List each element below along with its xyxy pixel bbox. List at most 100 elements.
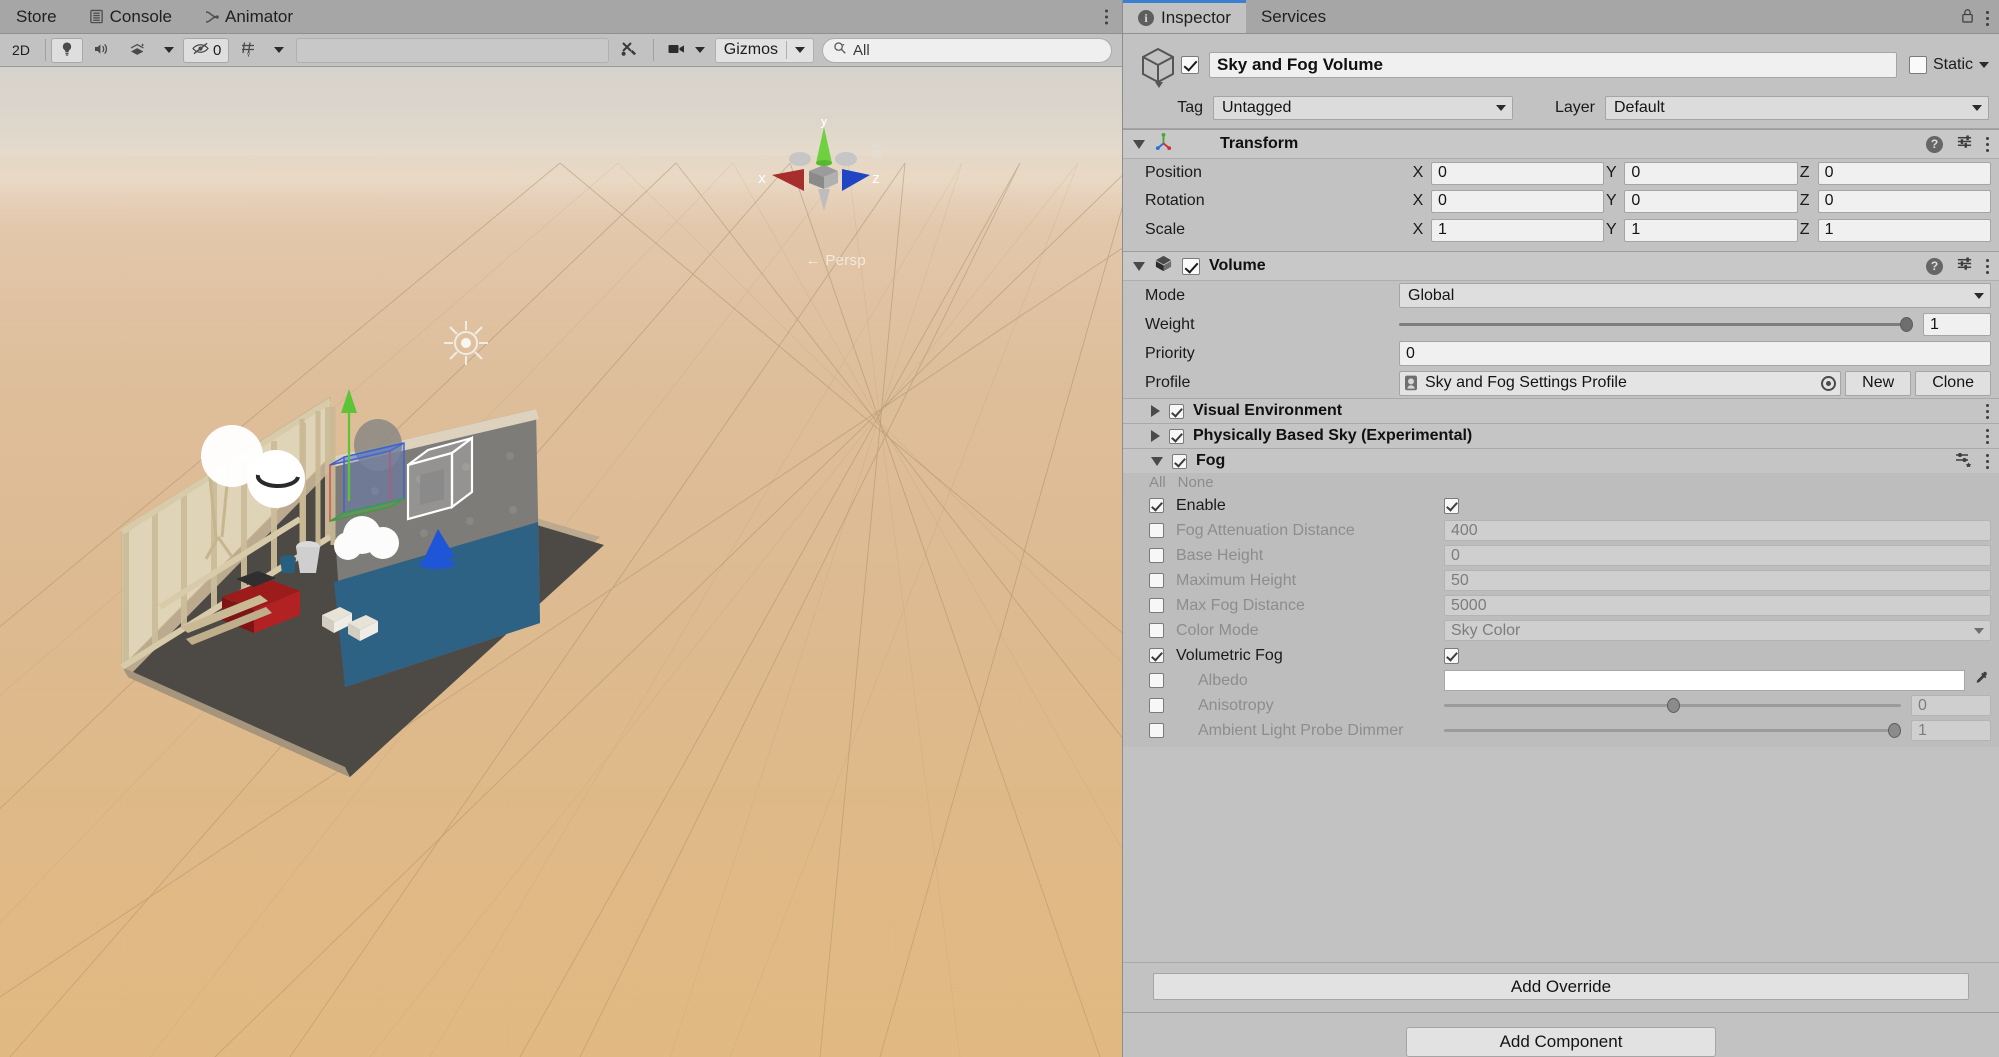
override-settings-icon[interactable] — [1955, 451, 1973, 472]
add-override-button[interactable]: Add Override — [1153, 973, 1969, 1000]
fog-anisotropy-value-field[interactable]: 0 — [1911, 695, 1991, 716]
override-physically-based-sky-header[interactable]: Physically Based Sky (Experimental) — [1123, 423, 1999, 448]
tab-console[interactable]: Console — [73, 0, 188, 34]
scale-y-field[interactable]: 1 — [1624, 219, 1797, 242]
position-z-field[interactable]: 0 — [1818, 162, 1991, 185]
inspector-menu-icon[interactable] — [1986, 11, 1989, 26]
fog-color-mode-override-checkbox[interactable] — [1149, 623, 1164, 638]
weight-value-field[interactable]: 1 — [1923, 313, 1991, 336]
object-picker-icon[interactable] — [1821, 376, 1836, 391]
fog-base-height-field[interactable]: 0 — [1444, 545, 1991, 566]
rotation-y[interactable]: Y0 — [1604, 190, 1797, 213]
lighting-toggle-button[interactable] — [51, 38, 83, 63]
volume-expand-triangle[interactable] — [1133, 262, 1145, 271]
visual-environment-expand-triangle[interactable] — [1151, 405, 1160, 417]
position-y[interactable]: Y0 — [1604, 162, 1797, 185]
fog-all-button[interactable]: All — [1149, 474, 1166, 491]
scene-search-box[interactable] — [822, 38, 1112, 63]
fog-max-distance-field[interactable]: 5000 — [1444, 595, 1991, 616]
chevron-down-icon[interactable] — [795, 47, 805, 53]
preset-icon[interactable] — [1956, 133, 1973, 155]
fog-anisotropy-override-checkbox[interactable] — [1149, 698, 1164, 713]
fog-enable-value-checkbox[interactable] — [1444, 498, 1459, 514]
fog-attenuation-distance-field[interactable]: 400 — [1444, 520, 1991, 541]
rotation-z-field[interactable]: 0 — [1818, 190, 1991, 213]
weight-slider-knob[interactable] — [1900, 317, 1913, 332]
fog-anisotropy-slider[interactable] — [1444, 696, 1901, 716]
weight-slider[interactable] — [1399, 315, 1913, 335]
scene-objects[interactable] — [0, 67, 1122, 1057]
fog-ambient-dimmer-slider[interactable] — [1444, 721, 1901, 741]
component-menu-icon[interactable] — [1986, 429, 1989, 444]
scene-tools-button[interactable] — [612, 38, 646, 63]
effects-dropdown-button[interactable] — [157, 38, 181, 63]
fog-volumetric-override-checkbox[interactable] — [1149, 648, 1164, 663]
lock-icon[interactable] — [1961, 8, 1974, 28]
scale-z[interactable]: Z1 — [1798, 219, 1991, 242]
fog-albedo-override-checkbox[interactable] — [1149, 673, 1164, 688]
position-y-field[interactable]: 0 — [1624, 162, 1797, 185]
gizmos-button[interactable]: Gizmos — [715, 38, 814, 63]
fog-color-mode-dropdown[interactable]: Sky Color — [1444, 620, 1991, 641]
component-menu-icon[interactable] — [1986, 404, 1989, 419]
clone-profile-button[interactable]: Clone — [1915, 371, 1991, 396]
fog-none-button[interactable]: None — [1178, 474, 1214, 491]
rotation-x-field[interactable]: 0 — [1431, 190, 1604, 213]
fog-ambient-dimmer-knob[interactable] — [1888, 723, 1901, 738]
fog-base-height-override-checkbox[interactable] — [1149, 548, 1164, 563]
fog-ambient-dimmer-override-checkbox[interactable] — [1149, 723, 1164, 738]
fog-volumetric-value-checkbox[interactable] — [1444, 648, 1459, 664]
fog-anisotropy-knob[interactable] — [1667, 698, 1680, 713]
component-menu-icon[interactable] — [1986, 259, 1989, 274]
fog-ambient-dimmer-value-field[interactable]: 1 — [1911, 720, 1991, 741]
help-icon[interactable]: ? — [1926, 136, 1943, 153]
viewport-perspective-label[interactable]: ← Persp — [806, 252, 866, 269]
component-menu-icon[interactable] — [1986, 137, 1989, 152]
position-x[interactable]: X0 — [1411, 162, 1604, 185]
physically-based-sky-checkbox[interactable] — [1169, 429, 1184, 444]
override-visual-environment-header[interactable]: Visual Environment — [1123, 398, 1999, 423]
fog-maximum-height-field[interactable]: 50 — [1444, 570, 1991, 591]
rotation-z[interactable]: Z0 — [1798, 190, 1991, 213]
transform-component-header[interactable]: Transform ? — [1123, 129, 1999, 159]
layer-dropdown[interactable]: Default — [1605, 96, 1989, 120]
preset-icon[interactable] — [1956, 255, 1973, 277]
volume-component-header[interactable]: Volume ? — [1123, 251, 1999, 281]
effects-toggle-button[interactable] — [121, 38, 155, 63]
gameobject-enabled-checkbox[interactable] — [1181, 56, 1199, 74]
fog-maximum-height-override-checkbox[interactable] — [1149, 573, 1164, 588]
scale-x-field[interactable]: 1 — [1431, 219, 1604, 242]
scale-z-field[interactable]: 1 — [1818, 219, 1991, 242]
help-icon[interactable]: ? — [1926, 258, 1943, 275]
fog-max-distance-override-checkbox[interactable] — [1149, 598, 1164, 613]
hidden-objects-button[interactable]: 0 — [183, 38, 229, 63]
grid-dropdown-button[interactable] — [267, 38, 291, 63]
rotation-y-field[interactable]: 0 — [1624, 190, 1797, 213]
position-z[interactable]: Z0 — [1798, 162, 1991, 185]
audio-toggle-button[interactable] — [85, 38, 119, 63]
chevron-down-icon[interactable] — [1979, 62, 1989, 68]
rotation-x[interactable]: X0 — [1411, 190, 1604, 213]
scale-x[interactable]: X1 — [1411, 219, 1604, 242]
scene-camera-button[interactable] — [659, 38, 713, 63]
override-fog-header[interactable]: Fog — [1123, 448, 1999, 473]
volume-enabled-checkbox[interactable] — [1182, 258, 1200, 275]
fog-attenuation-distance-override-checkbox[interactable] — [1149, 523, 1164, 538]
tab-animator[interactable]: Animator — [188, 0, 309, 34]
panel-menu-icon[interactable] — [1105, 9, 1108, 24]
tab-services[interactable]: Services — [1246, 0, 1341, 33]
transform-expand-triangle[interactable] — [1133, 140, 1145, 149]
grid-visibility-button[interactable]: y — [231, 38, 265, 63]
priority-value-field[interactable]: 0 — [1399, 341, 1991, 366]
tab-inspector[interactable]: i Inspector — [1123, 0, 1246, 33]
gameobject-name-field[interactable]: Sky and Fog Volume — [1209, 52, 1897, 78]
fog-expand-triangle[interactable] — [1151, 457, 1163, 466]
gizmo-lock-icon[interactable] — [870, 143, 884, 164]
position-x-field[interactable]: 0 — [1431, 162, 1604, 185]
profile-object-field[interactable]: Sky and Fog Settings Profile — [1399, 371, 1841, 396]
visual-environment-checkbox[interactable] — [1169, 404, 1184, 419]
toggle-2d-button[interactable]: 2D — [4, 38, 38, 63]
eyedropper-icon[interactable] — [1973, 670, 1991, 691]
static-checkbox[interactable] — [1909, 56, 1927, 74]
fog-enable-override-checkbox[interactable] — [1149, 498, 1164, 513]
